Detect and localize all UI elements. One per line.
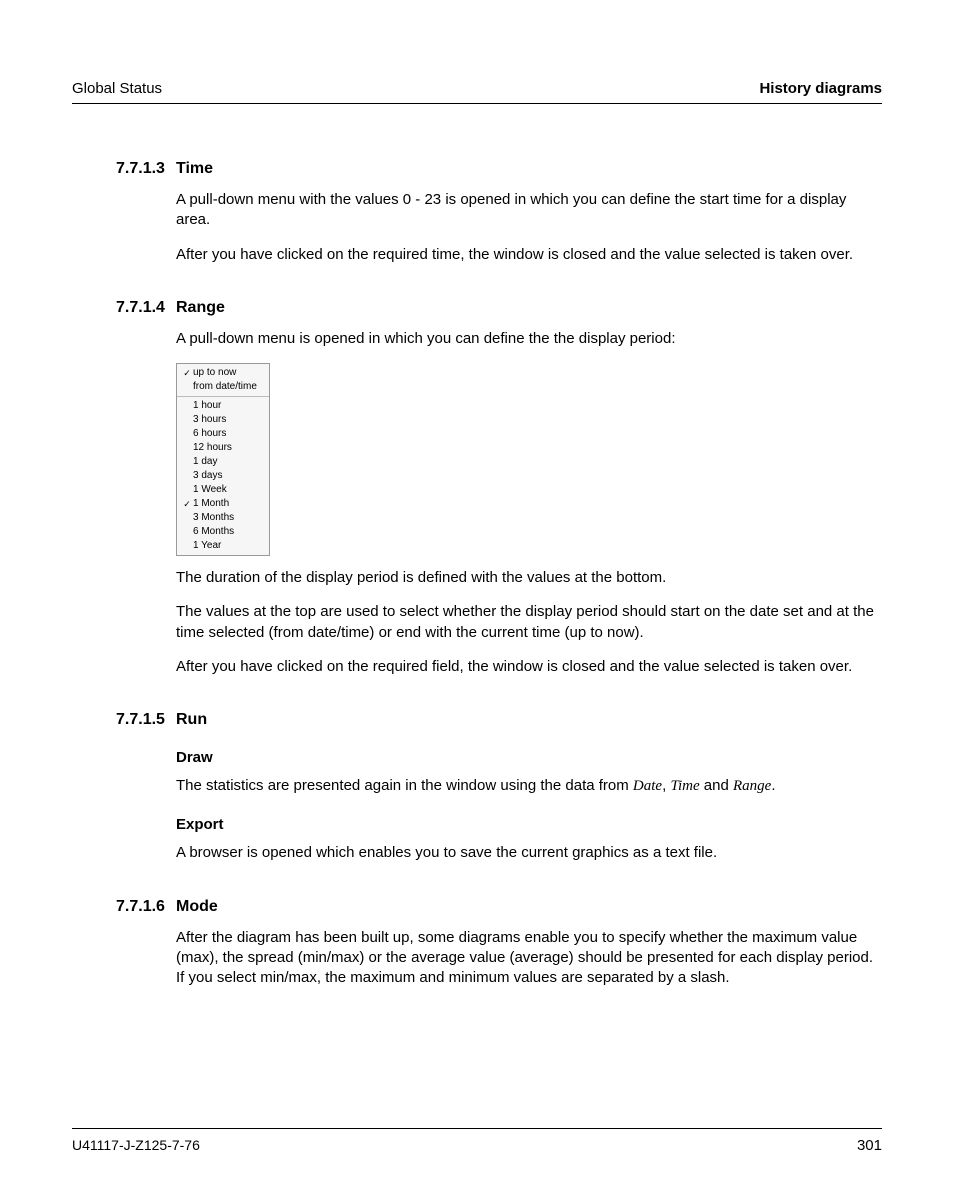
dropdown-item-label: 1 hour [193, 399, 265, 413]
dropdown-item[interactable]: 6 Months [177, 525, 269, 539]
text: The statistics are presented again in th… [176, 777, 633, 794]
subheading-export: Export [176, 816, 882, 833]
dropdown-item[interactable]: 3 days [177, 469, 269, 483]
dropdown-item-label: up to now [193, 366, 265, 380]
dropdown-item[interactable]: 1 Week [177, 483, 269, 497]
dropdown-item[interactable]: from date/time [177, 380, 269, 394]
section-number: 7.7.1.3 [116, 160, 176, 178]
paragraph: The duration of the display period is de… [176, 568, 882, 588]
page-header: Global Status History diagrams [72, 80, 882, 104]
italic-date: Date [633, 778, 662, 794]
dropdown-item-label: from date/time [193, 380, 265, 394]
section-time: 7.7.1.3 Time A pull-down menu with the v… [72, 160, 882, 265]
header-right: History diagrams [759, 80, 882, 97]
dropdown-item-label: 12 hours [193, 441, 265, 455]
section-mode: 7.7.1.6 Mode After the diagram has been … [72, 898, 882, 989]
section-run: 7.7.1.5 Run Draw The statistics are pres… [72, 711, 882, 864]
dropdown-item[interactable]: 1 day [177, 455, 269, 469]
dropdown-item[interactable]: 3 hours [177, 413, 269, 427]
dropdown-item-label: 1 day [193, 455, 265, 469]
page-footer: U41117-J-Z125-7-76 301 [72, 1128, 882, 1154]
dropdown-item-label: 1 Year [193, 539, 265, 553]
paragraph: A pull-down menu is opened in which you … [176, 329, 882, 349]
dropdown-item-label: 6 hours [193, 427, 265, 441]
dropdown-item[interactable]: 12 hours [177, 441, 269, 455]
section-number: 7.7.1.5 [116, 711, 176, 729]
check-icon: ✓ [181, 366, 193, 380]
paragraph: After the diagram has been built up, som… [176, 928, 882, 989]
paragraph: A pull-down menu with the values 0 - 23 … [176, 190, 882, 231]
text: . [771, 777, 775, 794]
paragraph: After you have clicked on the required f… [176, 657, 882, 677]
dropdown-item-label: 1 Month [193, 497, 265, 511]
dropdown-item-label: 1 Week [193, 483, 265, 497]
italic-range: Range [733, 778, 771, 794]
subheading-draw: Draw [176, 749, 882, 766]
section-title: Run [176, 711, 207, 729]
section-title: Time [176, 160, 213, 178]
text: and [700, 777, 733, 794]
dropdown-item-label: 6 Months [193, 525, 265, 539]
footer-doc-id: U41117-J-Z125-7-76 [72, 1137, 200, 1154]
dropdown-item[interactable]: ✓up to now [177, 366, 269, 380]
dropdown-item[interactable]: 3 Months [177, 511, 269, 525]
section-title: Range [176, 299, 225, 317]
check-icon: ✓ [181, 497, 193, 511]
dropdown-item-label: 3 days [193, 469, 265, 483]
dropdown-item[interactable]: ✓1 Month [177, 497, 269, 511]
italic-time: Time [670, 778, 699, 794]
header-left: Global Status [72, 80, 162, 97]
dropdown-item[interactable]: 1 Year [177, 539, 269, 553]
dropdown-item-label: 3 hours [193, 413, 265, 427]
paragraph: The values at the top are used to select… [176, 602, 882, 643]
paragraph: The statistics are presented again in th… [176, 776, 882, 796]
paragraph: A browser is opened which enables you to… [176, 843, 882, 863]
dropdown-item[interactable]: 6 hours [177, 427, 269, 441]
section-title: Mode [176, 898, 218, 916]
dropdown-item-label: 3 Months [193, 511, 265, 525]
section-range: 7.7.1.4 Range A pull-down menu is opened… [72, 299, 882, 677]
range-dropdown-figure: ✓up to nowfrom date/time 1 hour3 hours6 … [176, 363, 270, 556]
section-number: 7.7.1.4 [116, 299, 176, 317]
dropdown-item[interactable]: 1 hour [177, 399, 269, 413]
paragraph: After you have clicked on the required t… [176, 245, 882, 265]
footer-page-number: 301 [857, 1137, 882, 1154]
section-number: 7.7.1.6 [116, 898, 176, 916]
